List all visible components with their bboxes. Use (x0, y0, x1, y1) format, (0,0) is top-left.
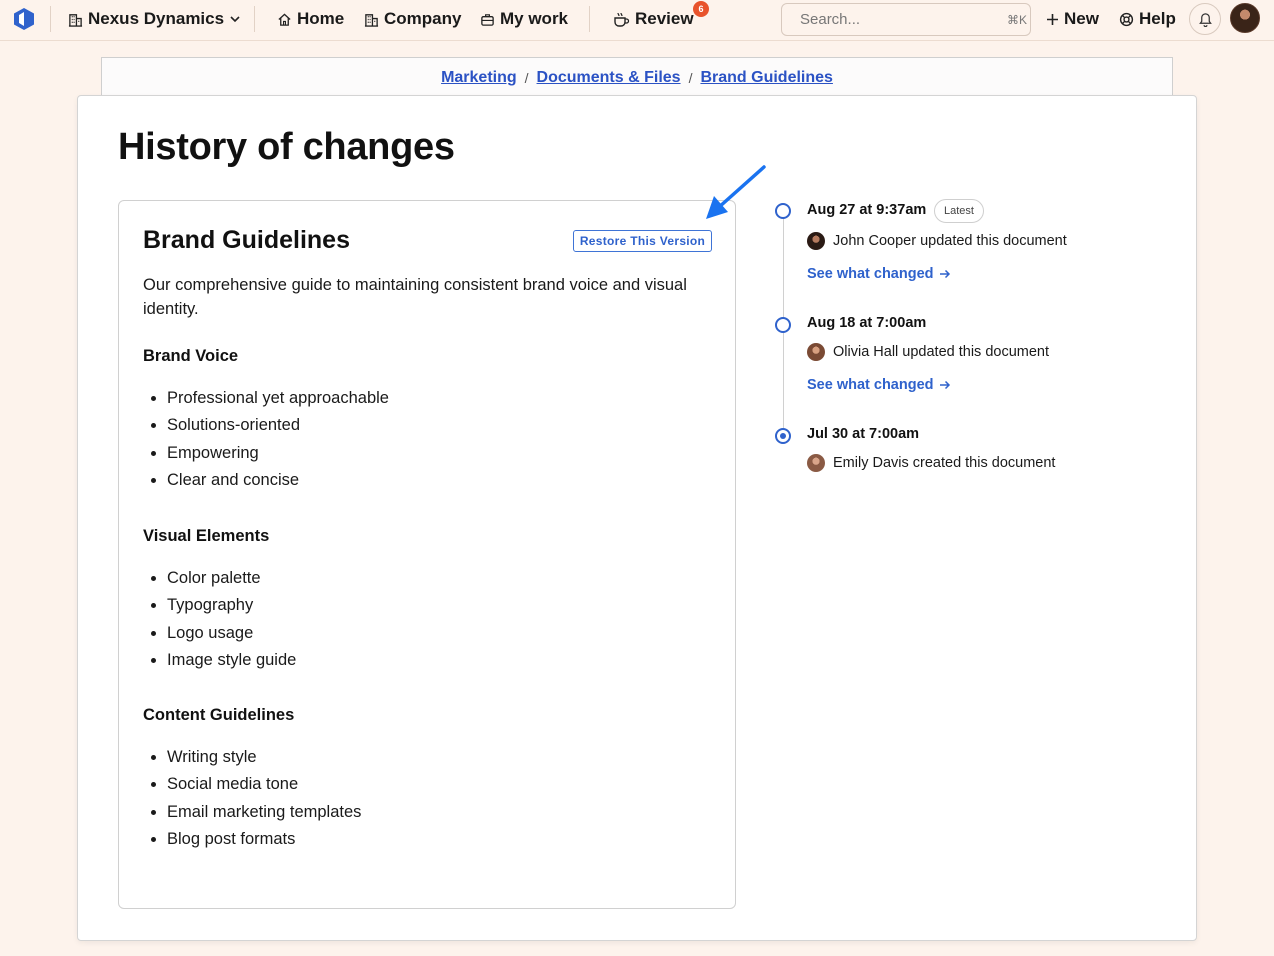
list-item: Solutions-oriented (167, 412, 389, 439)
plus-icon (1047, 13, 1058, 25)
section-heading-visual-elements: Visual Elements (143, 527, 270, 545)
breadcrumb-marketing[interactable]: Marketing (441, 69, 517, 87)
author-action: updated this document (920, 233, 1067, 249)
nav-divider (589, 6, 590, 32)
author-action: created this document (912, 455, 1056, 471)
search-box[interactable]: ⌘K (781, 3, 1031, 36)
list-item: Clear and concise (167, 467, 389, 494)
see-what-changed-label: See what changed (807, 266, 934, 282)
timeline-dot (775, 203, 791, 219)
avatar (807, 232, 825, 250)
author-name: Emily Davis (833, 455, 909, 471)
timeline-date: Aug 27 at 9:37am (807, 202, 927, 218)
author-name: Olivia Hall (833, 344, 899, 360)
restore-version-button[interactable]: Restore This Version (573, 230, 712, 252)
timeline-entry-author: John Cooper updated this document (807, 232, 1067, 250)
nav-company-label: Company (384, 9, 462, 28)
breadcrumb-separator: / (688, 69, 693, 86)
brand-voice-list: Professional yet approachable Solutions-… (167, 385, 389, 494)
search-shortcut: ⌘K (1007, 12, 1028, 27)
help-button[interactable]: Help (1119, 8, 1176, 30)
breadcrumb: Marketing / Documents & Files / Brand Gu… (101, 57, 1173, 97)
list-item: Color palette (167, 565, 296, 592)
list-item: Social media tone (167, 771, 361, 798)
nav-review[interactable]: Review (612, 8, 694, 30)
arrow-right-icon (939, 380, 950, 390)
nav-review-label: Review (635, 9, 694, 28)
latest-badge: Latest (934, 199, 984, 223)
document-preview: Brand Guidelines Restore This Version Ou… (118, 200, 736, 909)
avatar (807, 454, 825, 472)
avatar (807, 343, 825, 361)
nav-divider (50, 6, 51, 32)
see-what-changed-link[interactable]: See what changed (807, 377, 951, 393)
document-title: Brand Guidelines (143, 226, 350, 254)
timeline-dot (775, 317, 791, 333)
list-item: Blog post formats (167, 826, 361, 853)
arrow-right-icon (939, 269, 950, 279)
search-input[interactable] (800, 11, 999, 28)
list-item: Writing style (167, 744, 361, 771)
lifebuoy-icon (1119, 12, 1134, 26)
see-what-changed-label: See what changed (807, 377, 934, 393)
org-name: Nexus Dynamics (88, 9, 225, 28)
list-item: Professional yet approachable (167, 385, 389, 412)
breadcrumb-documents-files[interactable]: Documents & Files (537, 69, 681, 87)
top-navigation-bar: Nexus Dynamics Home Company My work Revi… (0, 0, 1274, 41)
building-icon (364, 13, 379, 27)
org-switcher[interactable]: Nexus Dynamics (68, 8, 241, 30)
timeline-date: Jul 30 at 7:00am (807, 426, 920, 442)
list-item: Logo usage (167, 620, 296, 647)
content-guidelines-list: Writing style Social media tone Email ma… (167, 744, 361, 853)
timeline-entry-author: Olivia Hall updated this document (807, 343, 1049, 361)
building-icon (68, 13, 83, 27)
new-button-label: New (1064, 9, 1099, 28)
author-name: John Cooper (833, 233, 917, 249)
page-title: History of changes (118, 126, 455, 168)
list-item: Email marketing templates (167, 799, 361, 826)
breadcrumb-brand-guidelines[interactable]: Brand Guidelines (700, 69, 832, 87)
timeline-dot (775, 428, 791, 444)
see-what-changed-link[interactable]: See what changed (807, 266, 951, 282)
breadcrumb-separator: / (524, 69, 529, 86)
nav-my-work-label: My work (500, 9, 569, 28)
list-item: Image style guide (167, 647, 296, 674)
nav-home-label: Home (297, 9, 345, 28)
user-avatar[interactable] (1230, 3, 1260, 33)
nav-company[interactable]: Company (364, 8, 461, 30)
document-description: Our comprehensive guide to maintaining c… (143, 276, 687, 318)
bell-icon (1198, 13, 1212, 27)
list-item: Typography (167, 592, 296, 619)
section-heading-brand-voice: Brand Voice (143, 347, 239, 365)
nav-divider (254, 6, 255, 32)
annotation-arrow-icon (706, 165, 766, 219)
visual-elements-list: Color palette Typography Logo usage Imag… (167, 565, 296, 674)
home-icon (278, 12, 291, 26)
nav-my-work[interactable]: My work (480, 8, 568, 30)
timeline-entry-author: Emily Davis created this document (807, 454, 1055, 472)
notifications-button[interactable] (1189, 3, 1221, 35)
timeline-date: Aug 18 at 7:00am (807, 315, 927, 331)
briefcase-icon (481, 13, 494, 26)
nav-home[interactable]: Home (277, 8, 344, 30)
app-logo-icon[interactable] (12, 7, 36, 31)
new-button[interactable]: New (1046, 8, 1099, 30)
review-count-badge: 6 (693, 1, 709, 17)
help-button-label: Help (1139, 9, 1176, 28)
section-heading-content-guidelines: Content Guidelines (143, 706, 295, 724)
list-item: Empowering (167, 440, 389, 467)
author-action: updated this document (902, 344, 1050, 360)
chevron-down-icon (230, 16, 240, 23)
coffee-cup-icon (614, 12, 630, 27)
